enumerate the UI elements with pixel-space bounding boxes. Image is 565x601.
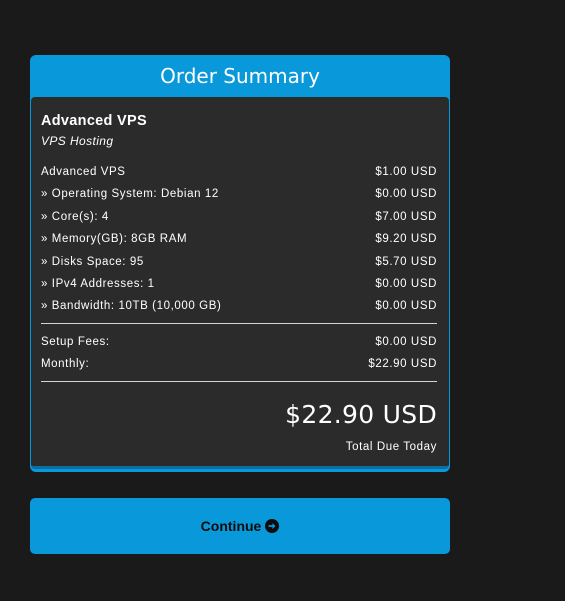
setup-fees-value: $0.00 USD	[375, 335, 437, 348]
line-item-label: » Disks Space: 95	[41, 255, 144, 268]
continue-button[interactable]: Continue	[30, 498, 450, 554]
line-item: » IPv4 Addresses: 1 $0.00 USD	[41, 273, 437, 295]
continue-button-label: Continue	[200, 518, 262, 534]
line-item: » Bandwidth: 10TB (10,000 GB) $0.00 USD	[41, 295, 437, 317]
order-summary-title: Order Summary	[160, 64, 320, 88]
monthly-value: $22.90 USD	[368, 358, 437, 371]
divider	[41, 380, 437, 382]
divider	[41, 322, 437, 324]
line-item-price: $1.00 USD	[375, 166, 437, 178]
line-item: » Disks Space: 95 $5.70 USD	[41, 251, 437, 273]
line-item-price: $9.20 USD	[375, 233, 437, 246]
product-group: VPS Hosting	[41, 134, 114, 148]
line-item-label: » IPv4 Addresses: 1	[41, 277, 155, 290]
line-item-label: » Memory(GB): 8GB RAM	[41, 233, 188, 246]
total-due-amount: $22.90 USD	[285, 399, 437, 429]
order-summary-body: Advanced VPS VPS Hosting Advanced VPS $1…	[31, 97, 449, 469]
total-due-label: Total Due Today	[345, 440, 437, 453]
line-item: » Memory(GB): 8GB RAM $9.20 USD	[41, 228, 437, 250]
line-item-price: $7.00 USD	[375, 210, 437, 223]
line-item-label: Advanced VPS	[41, 166, 126, 178]
line-item-label: » Bandwidth: 10TB (10,000 GB)	[41, 300, 222, 313]
monthly-row: Monthly: $22.90 USD	[41, 353, 437, 375]
arrow-circle-right-icon	[265, 519, 280, 533]
line-item-price: $5.70 USD	[375, 255, 437, 268]
line-item-price: $0.00 USD	[375, 300, 437, 313]
order-summary-panel: Order Summary Advanced VPS VPS Hosting A…	[30, 55, 450, 472]
line-item-label: » Core(s): 4	[41, 210, 109, 223]
line-item-price: $0.00 USD	[375, 188, 437, 201]
line-item-price: $0.00 USD	[375, 277, 437, 290]
line-item: » Core(s): 4 $7.00 USD	[41, 206, 437, 228]
product-name: Advanced VPS	[41, 113, 147, 129]
line-item: » Operating System: Debian 12 $0.00 USD	[41, 183, 437, 205]
monthly-label: Monthly:	[41, 358, 90, 371]
setup-fees-row: Setup Fees: $0.00 USD	[41, 331, 437, 353]
line-item-label: » Operating System: Debian 12	[41, 188, 219, 201]
line-item: Advanced VPS $1.00 USD	[41, 161, 437, 183]
setup-fees-label: Setup Fees:	[41, 335, 110, 348]
